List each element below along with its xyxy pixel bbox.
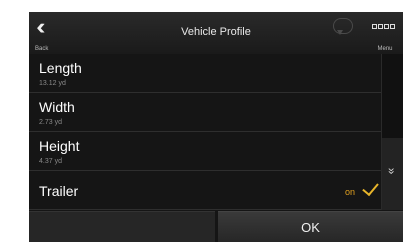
ok-button[interactable]: OK	[218, 211, 403, 242]
menu-grid-icon	[372, 24, 395, 29]
scrollbar[interactable]: «	[381, 54, 403, 210]
double-chevron-down-icon: «	[383, 167, 398, 175]
list-item-height[interactable]: Height 4.37 yd	[29, 132, 381, 171]
item-label: Length	[39, 60, 82, 76]
menu-label: Menu	[377, 46, 393, 52]
back-label: Back	[35, 46, 49, 52]
speech-bubble-icon	[333, 18, 353, 34]
bottom-left-button[interactable]	[29, 211, 215, 242]
item-value: 2.73 yd	[39, 119, 62, 126]
item-value: 13.12 yd	[39, 80, 66, 87]
item-label: Trailer	[39, 183, 79, 199]
menu-button[interactable]: Menu	[367, 12, 403, 54]
list-item-length[interactable]: Length 13.12 yd	[29, 54, 381, 93]
item-label: Height	[39, 138, 80, 154]
trailer-state: on	[344, 187, 355, 197]
checkmark-icon	[362, 178, 379, 197]
bottom-bar: OK	[29, 211, 403, 242]
item-label: Width	[39, 99, 75, 115]
scroll-down-button[interactable]: «	[382, 138, 403, 210]
header-bar: ‹‹ Back Vehicle Profile Menu	[29, 12, 403, 54]
list-item-width[interactable]: Width 2.73 yd	[29, 93, 381, 132]
list-item-trailer[interactable]: Trailer on	[29, 171, 381, 210]
ok-label: OK	[301, 220, 320, 235]
vehicle-settings-list: Length 13.12 yd Width 2.73 yd Height 4.3…	[29, 54, 381, 210]
disabled-header-button[interactable]	[319, 12, 365, 54]
app-screen: ‹‹ Back Vehicle Profile Menu Length 13.1…	[29, 12, 403, 242]
item-value: 4.37 yd	[39, 158, 62, 165]
